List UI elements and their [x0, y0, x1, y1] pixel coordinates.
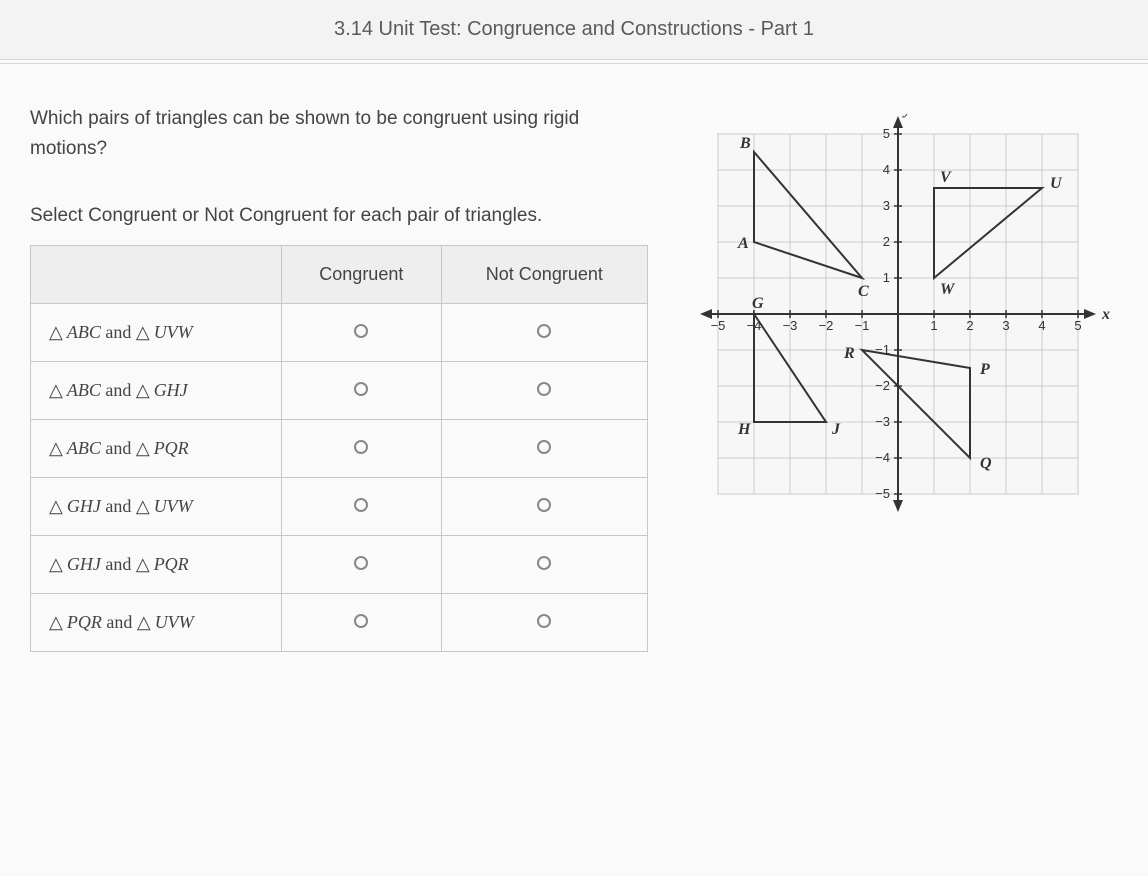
svg-text:2: 2	[966, 318, 973, 333]
svg-text:G: G	[752, 295, 764, 312]
svg-text:y: y	[902, 114, 912, 118]
svg-text:V: V	[940, 169, 952, 186]
svg-text:−2: −2	[819, 318, 834, 333]
radio-not-congruent[interactable]	[537, 324, 551, 338]
svg-text:B: B	[739, 135, 751, 152]
header-not-congruent: Not Congruent	[441, 245, 647, 303]
radio-congruent[interactable]	[354, 324, 368, 338]
svg-text:x: x	[1101, 306, 1110, 323]
left-column: Which pairs of triangles can be shown to…	[30, 104, 648, 652]
graph-column: −5−4−3−2−112345−5−4−3−2−112345xyABCUVWGH…	[688, 104, 1118, 652]
svg-text:2: 2	[883, 234, 890, 249]
svg-text:−5: −5	[875, 486, 890, 501]
pair-label: △ABC and △GHJ	[31, 361, 282, 419]
answer-table: Congruent Not Congruent △ABC and △UVW △A…	[30, 245, 648, 652]
page-title: 3.14 Unit Test: Congruence and Construct…	[0, 0, 1148, 60]
svg-text:4: 4	[1038, 318, 1045, 333]
radio-not-congruent[interactable]	[537, 556, 551, 570]
svg-text:J: J	[831, 421, 841, 438]
table-row: △GHJ and △PQR	[31, 535, 648, 593]
pair-label: △GHJ and △UVW	[31, 477, 282, 535]
svg-text:−1: −1	[855, 318, 870, 333]
pair-label: △ABC and △UVW	[31, 303, 282, 361]
radio-congruent[interactable]	[354, 382, 368, 396]
svg-text:−3: −3	[783, 318, 798, 333]
svg-text:3: 3	[883, 198, 890, 213]
svg-text:−4: −4	[875, 450, 890, 465]
svg-text:W: W	[940, 281, 956, 298]
radio-congruent[interactable]	[354, 440, 368, 454]
pair-label: △GHJ and △PQR	[31, 535, 282, 593]
svg-text:A: A	[737, 235, 749, 252]
table-row: △PQR and △UVW	[31, 593, 648, 651]
svg-text:5: 5	[1074, 318, 1081, 333]
svg-text:−5: −5	[711, 318, 726, 333]
instruction-text: Select Congruent or Not Congruent for ea…	[30, 205, 648, 227]
radio-not-congruent[interactable]	[537, 382, 551, 396]
radio-congruent[interactable]	[354, 498, 368, 512]
radio-not-congruent[interactable]	[537, 614, 551, 628]
table-row: △ABC and △PQR	[31, 419, 648, 477]
svg-text:4: 4	[883, 162, 890, 177]
svg-text:3: 3	[1002, 318, 1009, 333]
coordinate-graph: −5−4−3−2−112345−5−4−3−2−112345xyABCUVWGH…	[688, 114, 1118, 534]
svg-text:U: U	[1050, 175, 1063, 192]
radio-not-congruent[interactable]	[537, 498, 551, 512]
svg-text:1: 1	[883, 270, 890, 285]
radio-not-congruent[interactable]	[537, 440, 551, 454]
svg-text:5: 5	[883, 126, 890, 141]
svg-text:1: 1	[930, 318, 937, 333]
svg-text:−2: −2	[875, 378, 890, 393]
svg-text:Q: Q	[980, 455, 992, 472]
radio-congruent[interactable]	[354, 614, 368, 628]
table-row: △ABC and △GHJ	[31, 361, 648, 419]
question-text: Which pairs of triangles can be shown to…	[30, 104, 648, 165]
divider	[0, 60, 1148, 64]
svg-text:H: H	[737, 421, 751, 438]
table-row: △ABC and △UVW	[31, 303, 648, 361]
table-row: △GHJ and △UVW	[31, 477, 648, 535]
svg-text:C: C	[858, 283, 869, 300]
header-blank	[31, 245, 282, 303]
content: Which pairs of triangles can be shown to…	[0, 104, 1148, 652]
svg-text:−3: −3	[875, 414, 890, 429]
radio-congruent[interactable]	[354, 556, 368, 570]
svg-text:R: R	[843, 345, 855, 362]
header-congruent: Congruent	[281, 245, 441, 303]
svg-text:P: P	[979, 361, 990, 378]
pair-label: △PQR and △UVW	[31, 593, 282, 651]
pair-label: △ABC and △PQR	[31, 419, 282, 477]
